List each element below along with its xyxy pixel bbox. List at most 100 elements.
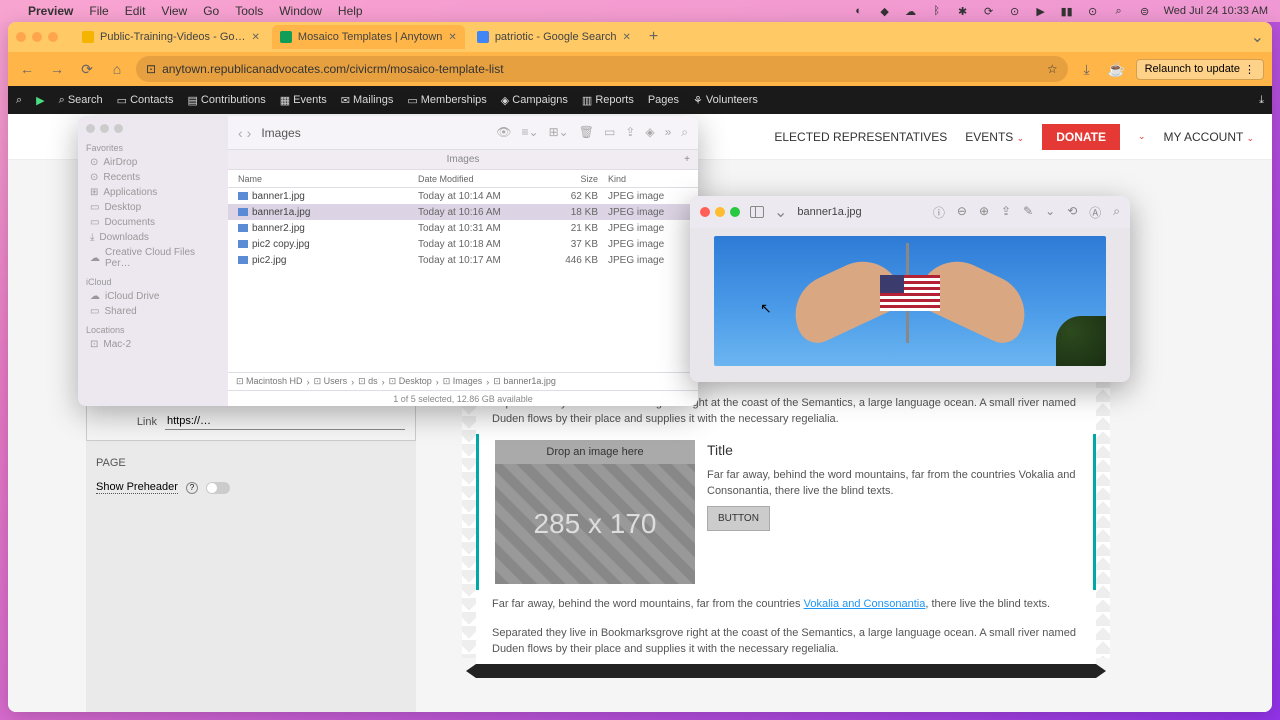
sidebar-item[interactable]: ☁ iCloud Drive [86,289,220,304]
forward-button[interactable]: → [46,58,68,80]
menu-view[interactable]: View [161,4,187,18]
close-icon[interactable]: ✕ [622,32,630,43]
status-icon[interactable]: ☁ [904,4,918,18]
block-text[interactable]: Far far away, behind the word mountains,… [707,467,1077,500]
nav-reports[interactable]: ▥ Reports [582,94,634,107]
relaunch-button[interactable]: Relaunch to update⋮ [1136,59,1264,80]
info-icon[interactable]: ⓘ [933,204,945,221]
back-button[interactable]: ← [16,58,38,80]
email-button[interactable]: BUTTON [707,506,770,531]
traffic-close[interactable] [700,207,710,217]
nav-memberships[interactable]: ▭ Memberships [407,94,486,107]
menubar-app[interactable]: Preview [28,4,73,18]
share-icon[interactable]: ⇪ [1001,204,1011,221]
sidebar-item[interactable]: ⊞ Applications [86,185,220,200]
menu-go[interactable]: Go [203,4,219,18]
image-text-block[interactable]: Drop an image here 285 x 170 Title Far f… [476,434,1096,591]
sidebar-item[interactable]: ⊙ Recents [86,170,220,185]
bluetooth-icon[interactable]: ᛒ [930,4,944,18]
image-dropzone[interactable]: 285 x 170 [495,464,695,584]
download-icon[interactable]: ⤓ [1259,94,1264,107]
play-icon[interactable]: ▶ [36,94,44,107]
sidebar-icon[interactable] [750,206,764,218]
menu-tools[interactable]: Tools [235,4,263,18]
nav-reps[interactable]: ELECTED REPRESENTATIVES [774,130,947,144]
new-tab-button[interactable]: + [643,28,664,46]
zoom-out-icon[interactable]: ⊖ [957,204,967,221]
text-block[interactable]: Separated they live in Bookmarksgrove ri… [476,619,1096,664]
back-button[interactable]: ‹ [238,125,243,141]
tag-icon[interactable]: ◈ [645,125,654,140]
menu-help[interactable]: Help [338,4,363,18]
browser-tab[interactable]: Public-Training-Videos - Go…✕ [74,25,268,49]
file-row[interactable]: banner2.jpgToday at 10:31 AM21 KBJPEG im… [228,220,698,236]
nav-events[interactable]: EVENTS ⌄ [965,130,1024,144]
chevron-down-icon[interactable]: ⌄ [1138,131,1146,142]
file-row[interactable]: banner1a.jpgToday at 10:16 AM18 KBJPEG i… [228,204,698,220]
nav-pages[interactable]: Pages [648,94,679,106]
status-icon[interactable]: ▶ [1034,4,1048,18]
menu-file[interactable]: File [89,4,108,18]
sidebar-item[interactable]: ⤓ Downloads [86,230,220,245]
traffic-close[interactable] [16,32,26,42]
nav-search[interactable]: ⌕ Search [59,94,103,107]
new-tab-icon[interactable]: + [684,154,690,165]
rotate-icon[interactable]: ⟲ [1067,204,1077,221]
zoom-in-icon[interactable]: ⊕ [979,204,989,221]
sidebar-item[interactable]: ▭ Shared [86,304,220,319]
traffic-max[interactable] [730,207,740,217]
traffic-close[interactable] [86,124,95,133]
column-headers[interactable]: Name Date Modified Size Kind [228,170,698,188]
more-icon[interactable]: » [665,125,672,140]
markup-icon[interactable]: Ⓐ [1089,204,1101,221]
file-row[interactable]: banner1.jpgToday at 10:14 AM62 KBJPEG im… [228,188,698,204]
battery-icon[interactable]: ▮▮ [1060,4,1074,18]
url-input[interactable]: ⊡ anytown.republicanadvocates.com/civicr… [136,56,1068,82]
grid-icon[interactable]: ⊞⌄ [549,125,569,140]
menubar-clock[interactable]: Wed Jul 24 10:33 AM [1164,5,1268,17]
nav-contacts[interactable]: ▭ Contacts [117,94,174,107]
site-info-icon[interactable]: ⊡ [146,62,156,76]
traffic-max[interactable] [48,32,58,42]
sidebar-item[interactable]: ⊡ Mac-2 [86,337,220,352]
edit-icon[interactable]: ✎ [1023,204,1033,221]
finder-tab[interactable]: Images [447,154,480,165]
nav-account[interactable]: MY ACCOUNT ⌄ [1164,130,1254,144]
folder-icon[interactable]: ▭ [604,125,615,140]
control-center-icon[interactable]: ⊜ [1138,4,1152,18]
menu-edit[interactable]: Edit [125,4,146,18]
sidebar-item[interactable]: ☁ Creative Cloud Files Per… [86,245,220,271]
sidebar-item[interactable]: ▭ Documents [86,215,220,230]
status-icon[interactable]: ◆ [878,4,892,18]
share-icon[interactable]: ⇪ [625,125,635,140]
chevron-down-icon[interactable]: ⌄ [1045,204,1055,221]
search-icon[interactable]: ⌕ [1113,204,1120,221]
profile-icon[interactable]: ☕ [1106,58,1128,80]
home-button[interactable]: ⌂ [106,58,128,80]
preheader-toggle[interactable] [206,482,230,494]
traffic-max[interactable] [114,124,123,133]
download-icon[interactable]: ⤓ [1076,58,1098,80]
traffic-min[interactable] [715,207,725,217]
browser-tab[interactable]: patriotic - Google Search✕ [469,25,639,49]
search-icon[interactable]: ⌕ [1112,4,1126,18]
block-title[interactable]: Title [707,440,1077,461]
file-row[interactable]: pic2 copy.jpgToday at 10:18 AM37 KBJPEG … [228,236,698,252]
close-icon[interactable]: ✕ [252,32,260,43]
chevron-down-icon[interactable]: ⌄ [1251,27,1264,47]
nav-mailings[interactable]: ✉ Mailings [341,94,394,107]
close-icon[interactable]: ✕ [448,32,456,43]
traffic-min[interactable] [100,124,109,133]
status-icon[interactable]: ⊙ [1008,4,1022,18]
file-row[interactable]: pic2.jpgToday at 10:17 AM446 KBJPEG imag… [228,252,698,268]
nav-volunteers[interactable]: ⚘ Volunteers [693,94,758,107]
sidebar-item[interactable]: ⊙ AirDrop [86,155,220,170]
nav-campaigns[interactable]: ◈ Campaigns [501,94,568,107]
text-block[interactable]: Far far away, behind the word mountains,… [476,590,1096,619]
browser-tab[interactable]: Mosaico Templates | Anytown✕ [272,25,465,49]
status-icon[interactable]: ⟳ [982,4,996,18]
view-icon[interactable]: 👁 [496,125,511,140]
forward-button[interactable]: › [247,125,252,141]
status-icon[interactable]: ◐ [852,4,866,18]
nav-events[interactable]: ▦ Events [280,94,327,107]
